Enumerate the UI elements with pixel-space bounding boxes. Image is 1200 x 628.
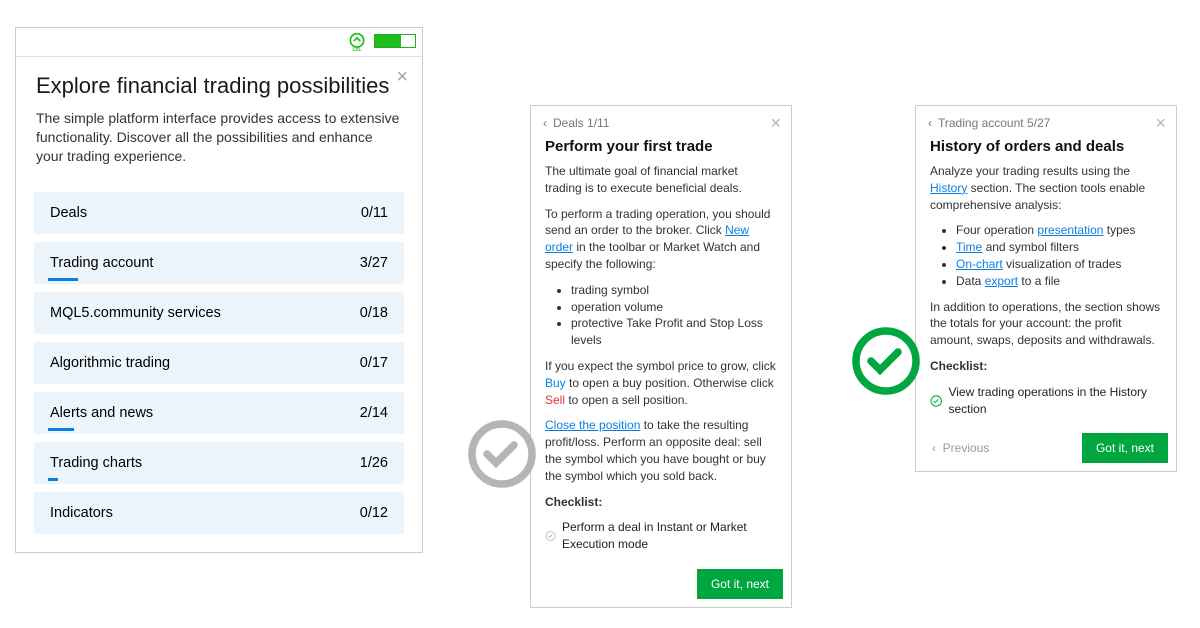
svg-text:LVL: LVL [352, 47, 361, 52]
category-algorithmic-trading[interactable]: Algorithmic trading 0/17 [34, 342, 404, 384]
category-count: 0/17 [360, 355, 388, 371]
card-text: Close the position to take the resulting… [545, 417, 777, 484]
breadcrumb: Deals 1/11 [553, 116, 609, 130]
history-link[interactable]: History [930, 181, 967, 195]
category-label: Deals [50, 205, 87, 221]
category-label: Trading charts [50, 455, 142, 471]
category-trading-charts[interactable]: Trading charts 1/26 [34, 442, 404, 484]
checklist-item: Perform a deal in Instant or Market Exec… [545, 519, 777, 553]
check-circle-icon [545, 529, 556, 543]
close-icon[interactable]: × [770, 114, 781, 132]
category-deals[interactable]: Deals 0/11 [34, 192, 404, 234]
buy-label: Buy [545, 376, 566, 390]
progress-battery-icon [374, 34, 416, 48]
close-icon[interactable]: × [396, 67, 408, 87]
category-label: Algorithmic trading [50, 355, 170, 371]
category-count: 2/14 [360, 405, 388, 421]
previous-button[interactable]: ‹ Previous [924, 435, 997, 461]
tip-card-deals: ‹ Deals 1/11 × Perform your first trade … [530, 105, 792, 608]
checklist-label: Checklist: [930, 358, 1162, 375]
sell-label: Sell [545, 393, 565, 407]
category-label: Alerts and news [50, 405, 153, 421]
card-text: In addition to operations, the section s… [930, 299, 1162, 349]
card-title: History of orders and deals [916, 138, 1176, 155]
checklist-label: Checklist: [545, 494, 777, 511]
close-position-link[interactable]: Close the position [545, 418, 640, 432]
panel-title: Explore financial trading possibilities [36, 73, 402, 99]
check-circle-icon [930, 394, 942, 408]
on-chart-link[interactable]: On-chart [956, 257, 1003, 271]
category-indicators[interactable]: Indicators 0/12 [34, 492, 404, 534]
category-count: 3/27 [360, 255, 388, 271]
card-title: Perform your first trade [531, 138, 791, 155]
category-count: 0/11 [361, 205, 388, 221]
category-count: 0/12 [360, 505, 388, 521]
breadcrumb: Trading account 5/27 [938, 116, 1050, 130]
tip-card-history: ‹ Trading account 5/27 × History of orde… [915, 105, 1177, 472]
category-label: Trading account [50, 255, 153, 271]
got-it-next-button[interactable]: Got it, next [1082, 433, 1168, 463]
panel-description: The simple platform interface provides a… [36, 109, 402, 166]
got-it-next-button[interactable]: Got it, next [697, 569, 783, 599]
close-icon[interactable]: × [1155, 114, 1166, 132]
checklist-item: View trading operations in the History s… [930, 384, 1162, 418]
category-alerts-news[interactable]: Alerts and news 2/14 [34, 392, 404, 434]
presentation-link[interactable]: presentation [1037, 223, 1103, 237]
category-label: MQL5.community services [50, 305, 221, 321]
checkmark-badge-icon [466, 418, 538, 490]
chevron-left-icon[interactable]: ‹ [928, 116, 932, 130]
card-bullets: trading symbol operation volume protecti… [571, 282, 777, 349]
time-link[interactable]: Time [956, 240, 982, 254]
explore-panel: LVL × Explore financial trading possibil… [15, 27, 423, 553]
category-trading-account[interactable]: Trading account 3/27 [34, 242, 404, 284]
card-text: The ultimate goal of financial market tr… [545, 163, 777, 197]
card-text: Analyze your trading results using the H… [930, 163, 1162, 213]
card-text: If you expect the symbol price to grow, … [545, 358, 777, 408]
level-up-icon: LVL [347, 32, 367, 52]
category-count: 0/18 [360, 305, 388, 321]
card-bullets: Four operation presentation types Time a… [956, 222, 1162, 289]
chevron-left-icon[interactable]: ‹ [543, 116, 547, 130]
category-count: 1/26 [360, 455, 388, 471]
card-text: To perform a trading operation, you shou… [545, 206, 777, 273]
category-list: Deals 0/11 Trading account 3/27 MQL5.com… [16, 192, 422, 552]
category-mql5[interactable]: MQL5.community services 0/18 [34, 292, 404, 334]
export-link[interactable]: export [985, 274, 1018, 288]
category-label: Indicators [50, 505, 113, 521]
checkmark-badge-icon [850, 325, 922, 397]
